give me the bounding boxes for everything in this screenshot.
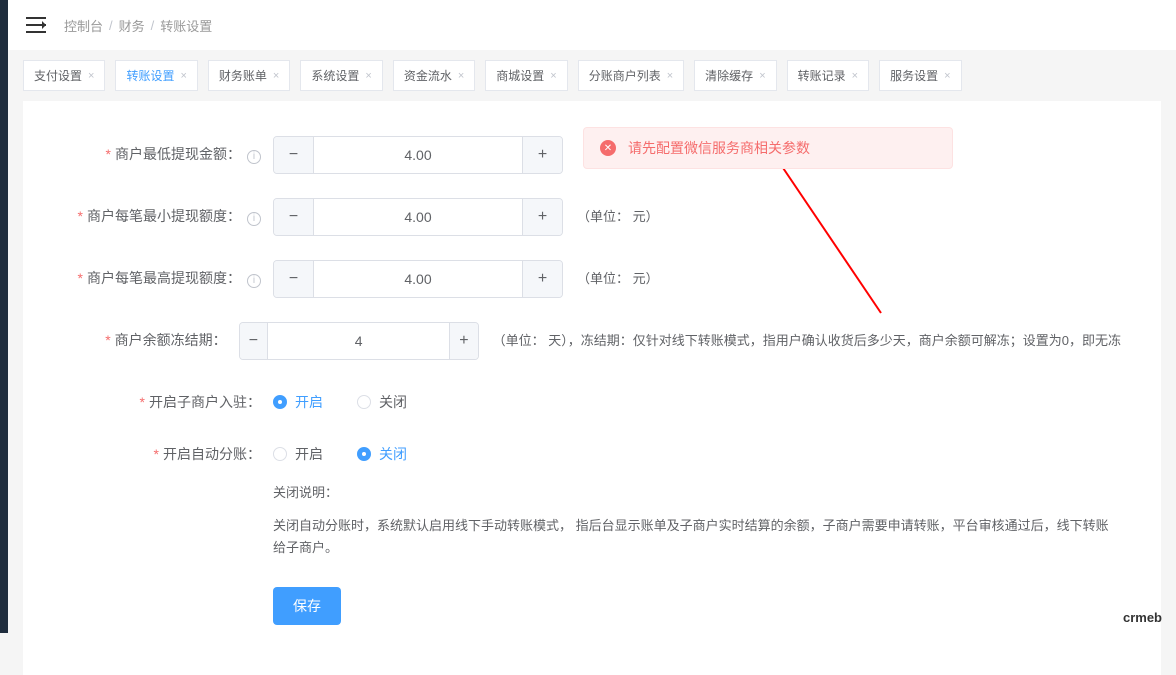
max-single-input[interactable]	[314, 261, 522, 297]
tab-转账设置[interactable]: 转账设置 ×	[115, 60, 197, 91]
increment-button[interactable]: +	[522, 137, 562, 173]
tabs-bar: 支付设置×转账设置×财务账单×系统设置×资金流水×商城设置×分账商户列表×清除缓…	[8, 50, 1176, 101]
close-icon[interactable]: ×	[852, 70, 858, 82]
tab-财务账单[interactable]: 财务账单 ×	[208, 60, 290, 91]
decrement-button[interactable]: −	[274, 199, 314, 235]
label-freeze: 商户余额冻结期：	[63, 322, 239, 350]
breadcrumb-item[interactable]: 控制台	[64, 16, 103, 35]
increment-button[interactable]: +	[522, 261, 562, 297]
brand-logo: crmeb	[1123, 610, 1162, 625]
info-icon[interactable]: i	[247, 212, 261, 226]
label-max-single: 商户每笔最高提现额度：i	[63, 260, 273, 288]
close-icon[interactable]: ×	[365, 70, 371, 82]
min-single-stepper: − +	[273, 198, 563, 236]
tab-label: 分账商户列表	[589, 67, 661, 84]
label-min-single: 商户每笔最小提现额度：i	[63, 198, 273, 226]
close-icon[interactable]: ×	[667, 70, 673, 82]
unit-label: （单位： 元）	[577, 198, 659, 225]
breadcrumb-item[interactable]: 财务	[119, 16, 145, 35]
breadcrumb-item: 转账设置	[160, 16, 212, 35]
increment-button[interactable]: +	[522, 199, 562, 235]
auto-split-radio-group: 开启 关闭	[273, 436, 407, 464]
tab-系统设置[interactable]: 系统设置 ×	[300, 60, 382, 91]
decrement-button[interactable]: −	[274, 137, 314, 173]
close-icon[interactable]: ×	[273, 70, 279, 82]
tab-商城设置[interactable]: 商城设置 ×	[485, 60, 567, 91]
tab-label: 转账设置	[126, 67, 174, 84]
close-icon[interactable]: ×	[944, 70, 950, 82]
decrement-button[interactable]: −	[274, 261, 314, 297]
sub-merchant-radio-group: 开启 关闭	[273, 384, 407, 412]
close-icon[interactable]: ×	[458, 70, 464, 82]
min-single-input[interactable]	[314, 199, 522, 235]
min-withdraw-stepper: − +	[273, 136, 563, 174]
sidebar-collapsed	[0, 0, 8, 633]
breadcrumb: 控制台 / 财务 / 转账设置	[64, 16, 212, 35]
close-icon[interactable]: ×	[550, 70, 556, 82]
freeze-input[interactable]	[268, 323, 449, 359]
info-icon[interactable]: i	[247, 150, 261, 164]
menu-toggle-icon[interactable]	[26, 17, 46, 33]
tab-label: 资金流水	[404, 67, 452, 84]
label-min-withdraw: 商户最低提现金额：i	[63, 136, 273, 164]
tab-label: 支付设置	[34, 67, 82, 84]
label-auto-split: 开启自动分账：	[63, 436, 273, 464]
tab-label: 转账记录	[798, 67, 846, 84]
radio-sub-merchant-on[interactable]: 开启	[273, 392, 323, 412]
close-icon[interactable]: ×	[180, 70, 186, 82]
tab-服务设置[interactable]: 服务设置 ×	[879, 60, 961, 91]
unit-label: （单位： 元）	[577, 260, 659, 287]
error-icon	[600, 140, 616, 156]
radio-auto-split-off[interactable]: 关闭	[357, 444, 407, 464]
error-alert: 请先配置微信服务商相关参数	[583, 127, 953, 169]
tab-资金流水[interactable]: 资金流水 ×	[393, 60, 475, 91]
note-title: 关闭说明：	[273, 482, 1121, 501]
tab-支付设置[interactable]: 支付设置 ×	[23, 60, 105, 91]
tab-清除缓存[interactable]: 清除缓存 ×	[694, 60, 776, 91]
radio-auto-split-on[interactable]: 开启	[273, 444, 323, 464]
alert-text: 请先配置微信服务商相关参数	[628, 138, 810, 158]
tab-转账记录[interactable]: 转账记录 ×	[787, 60, 869, 91]
freeze-stepper: − +	[239, 322, 479, 360]
label-sub-merchant: 开启子商户入驻：	[63, 384, 273, 412]
decrement-button[interactable]: −	[240, 323, 269, 359]
tab-label: 系统设置	[311, 67, 359, 84]
close-icon[interactable]: ×	[88, 70, 94, 82]
save-button[interactable]: 保存	[273, 587, 341, 625]
close-icon[interactable]: ×	[759, 70, 765, 82]
note-block: 关闭说明： 关闭自动分账时，系统默认启用线下手动转账模式， 指后台显示账单及子商…	[273, 482, 1121, 559]
increment-button[interactable]: +	[449, 323, 478, 359]
content-panel: 请先配置微信服务商相关参数 商户最低提现金额：i − + （单位： 元） 商户每…	[23, 101, 1161, 675]
min-withdraw-input[interactable]	[314, 137, 522, 173]
tab-label: 商城设置	[496, 67, 544, 84]
info-icon[interactable]: i	[247, 274, 261, 288]
max-single-stepper: − +	[273, 260, 563, 298]
tab-label: 清除缓存	[705, 67, 753, 84]
topbar: 控制台 / 财务 / 转账设置	[8, 0, 1176, 50]
unit-label: （单位： 天），冻结期：仅针对线下转账模式，指用户确认收货后多少天，商户余额可解…	[493, 322, 1121, 349]
tab-label: 服务设置	[890, 67, 938, 84]
radio-sub-merchant-off[interactable]: 关闭	[357, 392, 407, 412]
tab-分账商户列表[interactable]: 分账商户列表 ×	[578, 60, 684, 91]
note-text: 关闭自动分账时，系统默认启用线下手动转账模式， 指后台显示账单及子商户实时结算的…	[273, 515, 1121, 559]
tab-label: 财务账单	[219, 67, 267, 84]
